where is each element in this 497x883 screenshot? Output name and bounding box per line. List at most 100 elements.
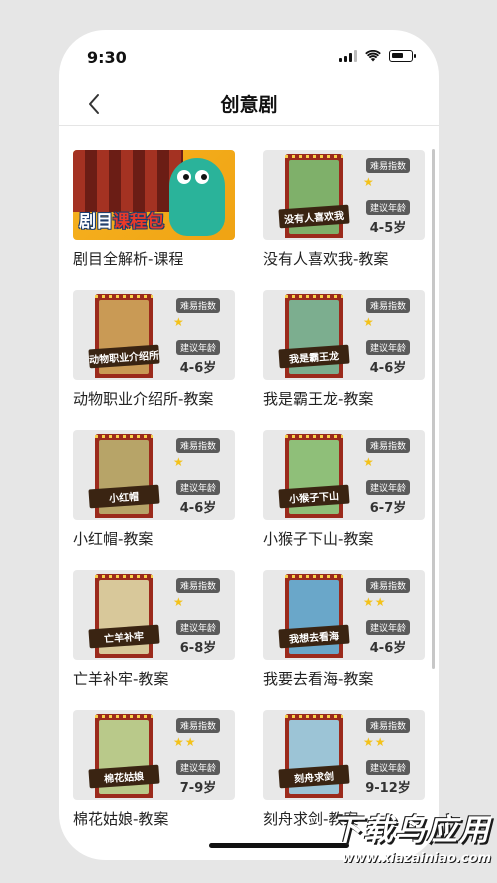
difficulty-stars-icon: ★ [363,455,375,469]
difficulty-tag: 难易指数 [175,578,220,593]
difficulty-tag: 难易指数 [365,718,410,733]
banner-text-b: 课程包 [113,212,164,232]
course-title[interactable]: 没有人喜欢我-教案 [263,248,388,269]
drama-poster: 刻舟求剑 [278,714,350,798]
course-title[interactable]: 剧目全解析-课程 [73,248,183,269]
page-title: 创意剧 [220,94,278,116]
signal-icon [339,50,357,62]
difficulty-stars-icon: ★★ [363,735,387,749]
drama-poster: 小红帽 [88,434,160,518]
course-info: 难易指数 ★ 建议年龄 4-6岁 [167,434,229,516]
difficulty-stars-icon: ★★ [173,735,197,749]
drama-poster: 没有人喜欢我 [278,154,350,238]
course-thumbnail[interactable]: 我想去看海 难易指数 ★★ 建议年龄 4-6岁 [263,570,425,660]
drama-poster: 我想去看海 [278,574,350,658]
course-card[interactable]: 小猴子下山 难易指数 ★ 建议年龄 6-7岁小猴子下山-教案 [263,430,425,570]
age-range: 9-12岁 [365,781,411,796]
poster-strip [73,150,183,212]
age-tag: 建议年龄 [365,760,410,775]
course-thumbnail[interactable]: 小猴子下山 难易指数 ★ 建议年龄 6-7岁 [263,430,425,520]
stage-lights [285,295,343,298]
drama-poster: 亡羊补牢 [88,574,160,658]
banner-image: 剧目课程包 [73,150,235,240]
drama-poster: 我是霸王龙 [278,294,350,378]
course-card[interactable]: 动物职业介绍所 难易指数 ★ 建议年龄 4-6岁动物职业介绍所-教案 [73,290,235,430]
difficulty-tag: 难易指数 [175,718,220,733]
course-card[interactable]: 我想去看海 难易指数 ★★ 建议年龄 4-6岁 我要去看海-教案 [263,570,425,710]
course-card[interactable]: 我是霸王龙 难易指数 ★ 建议年龄 4-6岁我是霸王龙-教案 [263,290,425,430]
stage-lights [95,435,153,438]
watermark-title: 下载鸟应用 [331,813,491,848]
difficulty-tag: 难易指数 [365,578,410,593]
course-title[interactable]: 小红帽-教案 [73,528,153,549]
age-tag: 建议年龄 [175,340,220,355]
difficulty-stars-icon: ★ [363,315,375,329]
age-range: 4-6岁 [179,501,217,516]
course-info: 难易指数 ★ 建议年龄 6-8岁 [167,574,229,656]
dinosaur-mascot-icon [169,158,225,236]
difficulty-stars-icon: ★ [363,175,375,189]
banner-thumbnail[interactable]: 剧目课程包 [73,150,235,240]
course-card[interactable]: 小红帽 难易指数 ★ 建议年龄 4-6岁 小红帽-教案 [73,430,235,570]
drama-poster: 小猴子下山 [278,434,350,518]
course-info: 难易指数 ★★ 建议年龄 7-9岁 [167,714,229,796]
wifi-icon [365,50,381,62]
course-list[interactable]: 剧目课程包 剧目全解析-课程 没有人喜欢我 难易指数 ★ 建议年龄 4-5岁 没有人喜欢我… [59,127,439,860]
course-title[interactable]: 我是霸王龙-教案 [263,388,373,409]
stage-lights [285,715,343,718]
watermark-logo: 下载鸟应用 www.xiazainiao.com [301,805,491,879]
course-info: 难易指数 ★★ 建议年龄 9-12岁 [357,714,419,796]
course-card[interactable]: 棉花姑娘 难易指数 ★★ 建议年龄 7-9岁 棉花姑娘-教案 [73,710,235,850]
age-range: 4-6岁 [369,361,407,376]
age-range: 6-8岁 [179,641,217,656]
course-thumbnail[interactable]: 动物职业介绍所 难易指数 ★ 建议年龄 4-6岁 [73,290,235,380]
drama-poster: 棉花姑娘 [88,714,160,798]
course-card-banner[interactable]: 剧目课程包 剧目全解析-课程 [73,150,235,290]
course-thumbnail[interactable]: 棉花姑娘 难易指数 ★★ 建议年龄 7-9岁 [73,710,235,800]
stage-lights [285,435,343,438]
course-info: 难易指数 ★ 建议年龄 4-6岁 [357,294,419,376]
age-tag: 建议年龄 [175,620,220,635]
stage-lights [285,155,343,158]
nav-bar: 创意剧 [59,86,439,126]
course-title[interactable]: 我要去看海-教案 [263,668,373,689]
course-title[interactable]: 棉花姑娘-教案 [73,808,168,829]
age-tag: 建议年龄 [175,760,220,775]
course-info: 难易指数 ★★ 建议年龄 4-6岁 [357,574,419,656]
course-thumbnail[interactable]: 刻舟求剑 难易指数 ★★ 建议年龄 9-12岁 [263,710,425,800]
watermark-url: www.xiazainiao.com [341,851,491,866]
course-title[interactable]: 动物职业介绍所-教案 [73,388,213,409]
course-title[interactable]: 小猴子下山-教案 [263,528,373,549]
age-range: 6-7岁 [369,501,407,516]
stage-lights [95,295,153,298]
battery-icon [389,50,416,62]
phone-screen: 9:30 创意剧 剧目课程包 剧目全解析-课程 没有人喜欢我 难易指数 ★ 建议… [59,30,439,860]
course-card[interactable]: 亡羊补牢 难易指数 ★ 建议年龄 6-8岁 亡羊补牢-教案 [73,570,235,710]
course-grid: 剧目课程包 剧目全解析-课程 没有人喜欢我 难易指数 ★ 建议年龄 4-5岁 没有人喜欢我… [73,150,425,850]
age-tag: 建议年龄 [365,200,410,215]
course-card[interactable]: 没有人喜欢我 难易指数 ★ 建议年龄 4-5岁 没有人喜欢我-教案 [263,150,425,290]
stage-lights [95,575,153,578]
difficulty-stars-icon: ★ [173,595,185,609]
drama-poster: 动物职业介绍所 [88,294,160,378]
course-thumbnail[interactable]: 亡羊补牢 难易指数 ★ 建议年龄 6-8岁 [73,570,235,660]
age-tag: 建议年龄 [365,480,410,495]
difficulty-tag: 难易指数 [365,158,410,173]
course-title[interactable]: 亡羊补牢-教案 [73,668,168,689]
course-info: 难易指数 ★ 建议年龄 4-6岁 [167,294,229,376]
course-thumbnail[interactable]: 小红帽 难易指数 ★ 建议年龄 4-6岁 [73,430,235,520]
difficulty-tag: 难易指数 [365,298,410,313]
banner-text-a: 剧目 [79,212,113,232]
difficulty-stars-icon: ★★ [363,595,387,609]
scrollbar[interactable] [432,149,435,669]
course-thumbnail[interactable]: 我是霸王龙 难易指数 ★ 建议年龄 4-6岁 [263,290,425,380]
age-tag: 建议年龄 [175,480,220,495]
course-thumbnail[interactable]: 没有人喜欢我 难易指数 ★ 建议年龄 4-5岁 [263,150,425,240]
status-icons [339,50,416,62]
difficulty-tag: 难易指数 [365,438,410,453]
difficulty-tag: 难易指数 [175,438,220,453]
age-tag: 建议年龄 [365,620,410,635]
stage-lights [285,575,343,578]
age-tag: 建议年龄 [365,340,410,355]
age-range: 7-9岁 [179,781,217,796]
